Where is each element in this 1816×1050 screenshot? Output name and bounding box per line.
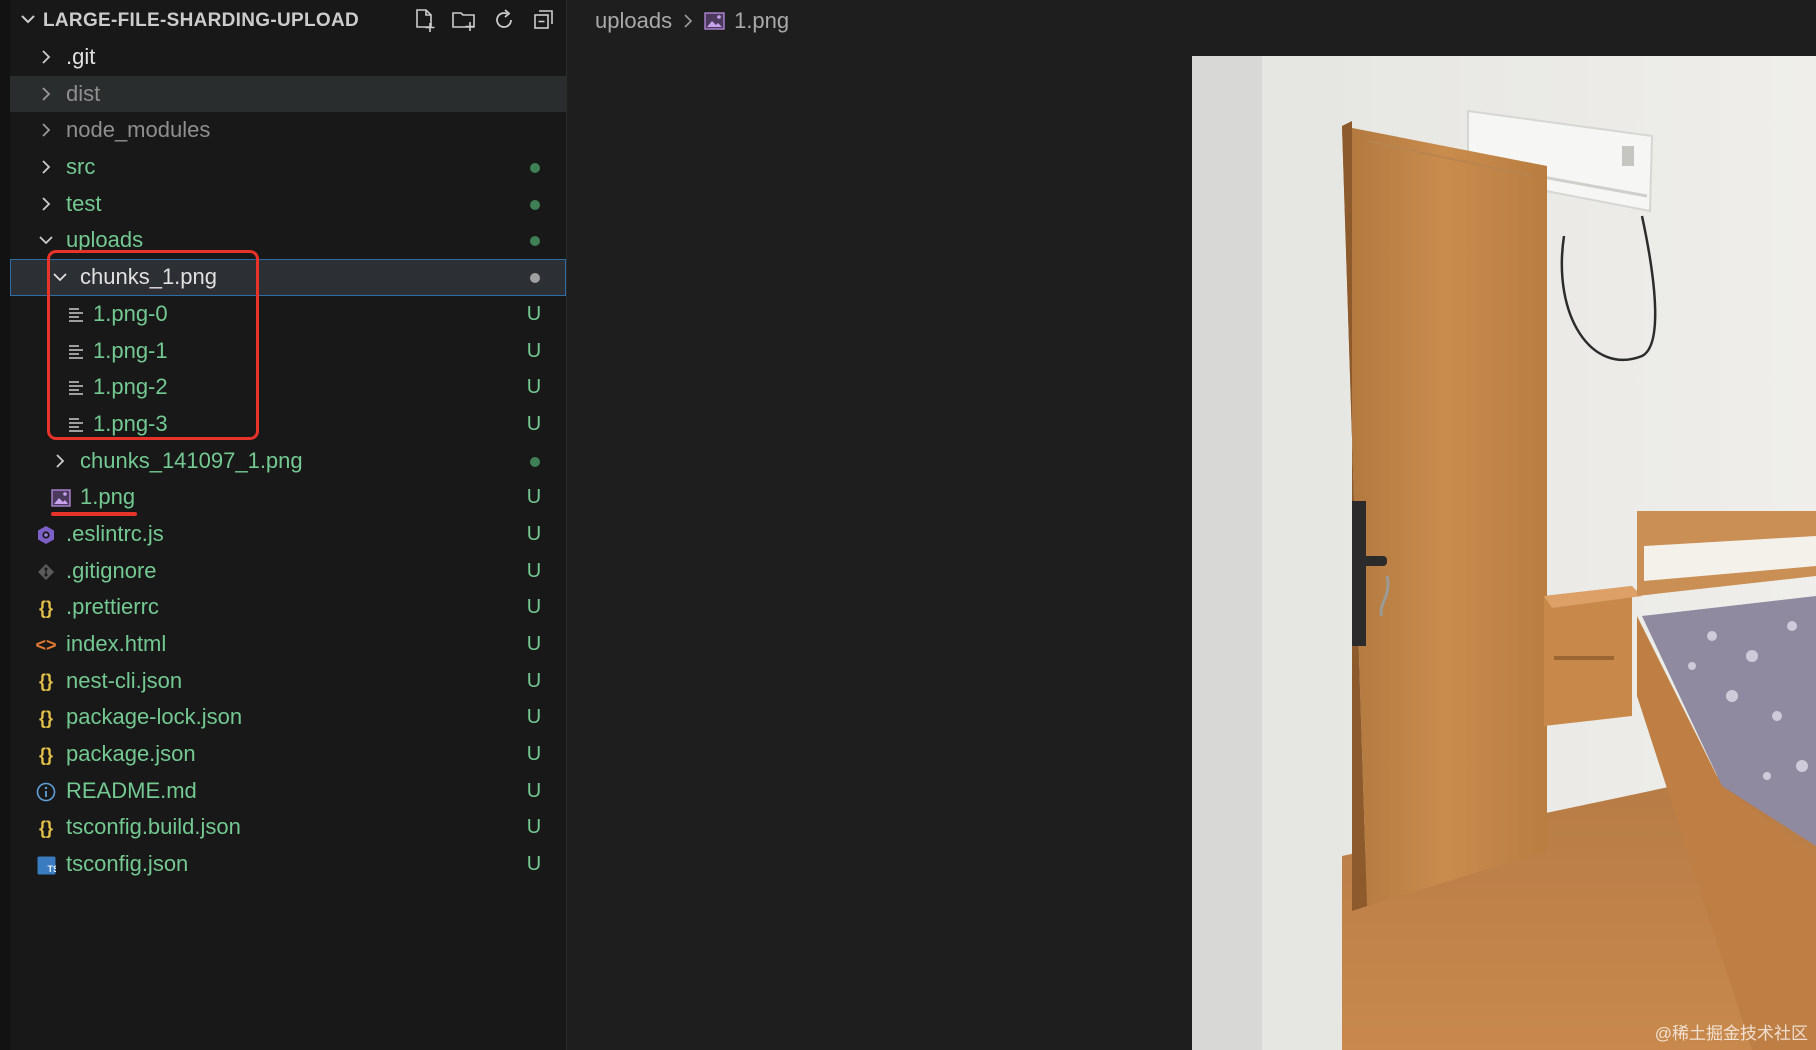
- tree-item-package-json[interactable]: {} package.json U: [10, 736, 566, 773]
- chevron-right-icon: [42, 50, 51, 64]
- untracked-badge: U: [526, 486, 542, 509]
- breadcrumb-folder[interactable]: uploads: [595, 8, 672, 34]
- chevron-right-icon: [42, 123, 51, 138]
- tree-item-test-folder[interactable]: test: [10, 186, 566, 223]
- tree-item-git-folder[interactable]: .git: [10, 39, 566, 76]
- tree-item-label: tsconfig.build.json: [66, 814, 241, 840]
- tree-item-label: nest-cli.json: [66, 667, 183, 693]
- untracked-badge: U: [526, 853, 542, 876]
- annotation-underline: [51, 512, 137, 516]
- modified-dot-badge: [530, 236, 540, 247]
- tree-item-label: .eslintrc.js: [66, 520, 164, 546]
- untracked-badge: U: [526, 633, 542, 655]
- untracked-badge: U: [526, 412, 542, 435]
- tree-item-label: index.html: [66, 631, 167, 656]
- file-tree: .git dist node_modules src test uploads …: [10, 39, 566, 883]
- breadcrumb: uploads 1.png: [595, 6, 789, 36]
- tree-item-tsconfig-json[interactable]: TS tsconfig.json U: [10, 846, 566, 883]
- chevron-right-icon: [684, 14, 693, 28]
- untracked-badge: U: [526, 339, 542, 362]
- modified-dot-badge: [530, 273, 540, 284]
- modified-dot-badge: [530, 456, 540, 467]
- image-file-icon: [50, 487, 72, 509]
- tree-item-eslintrc[interactable]: .eslintrc.js U: [10, 516, 566, 553]
- json-icon: {}: [38, 597, 53, 618]
- untracked-badge: U: [526, 522, 542, 545]
- tree-item-label: test: [66, 190, 102, 216]
- image-preview: @稀土掘金技术社区: [1192, 56, 1816, 1050]
- chevron-down-icon: [39, 236, 53, 245]
- explorer-sidebar: LARGE-FILE-SHARDING-UPLOAD .git dist nod…: [0, 0, 567, 1050]
- annotation-highlight-box: [47, 250, 259, 440]
- svg-text:TS: TS: [47, 864, 56, 874]
- explorer-header[interactable]: LARGE-FILE-SHARDING-UPLOAD: [10, 0, 566, 40]
- html-icon: <>: [35, 634, 57, 655]
- untracked-badge: U: [526, 559, 542, 582]
- watermark-text: @稀土掘金技术社区: [1654, 1024, 1808, 1043]
- modified-dot-badge: [530, 199, 540, 210]
- chevron-down-icon[interactable]: [18, 9, 38, 29]
- tree-item-nest-cli-json[interactable]: {} nest-cli.json U: [10, 663, 566, 700]
- json-icon: {}: [38, 671, 53, 692]
- chevron-right-icon: [56, 453, 65, 468]
- json-icon: {}: [38, 708, 53, 729]
- tree-item-label: package.json: [66, 741, 196, 767]
- tree-item-node-modules-folder[interactable]: node_modules: [10, 112, 566, 149]
- chevron-right-icon: [42, 160, 51, 174]
- chevron-right-icon: [42, 87, 51, 101]
- tree-item-label: .gitignore: [66, 557, 157, 583]
- tree-item-index-html[interactable]: <> index.html U: [10, 626, 566, 663]
- untracked-badge: U: [526, 669, 542, 692]
- tree-item-package-lock-json[interactable]: {} package-lock.json U: [10, 699, 566, 736]
- untracked-badge: U: [526, 302, 542, 325]
- new-folder-icon[interactable]: [450, 6, 478, 34]
- vscode-window: LARGE-FILE-SHARDING-UPLOAD .git dist nod…: [0, 0, 1816, 1050]
- json-icon: {}: [38, 744, 53, 765]
- untracked-badge: U: [526, 596, 542, 619]
- workspace-title: LARGE-FILE-SHARDING-UPLOAD: [43, 10, 360, 31]
- untracked-badge: U: [526, 376, 542, 399]
- tree-item-readme[interactable]: README.md U: [10, 773, 566, 810]
- tree-item-label: 1.png: [80, 484, 136, 510]
- image-file-icon: [704, 12, 725, 30]
- tree-item-dist-folder[interactable]: dist: [10, 75, 566, 113]
- tree-item-label: tsconfig.json: [66, 851, 189, 877]
- tree-item-chunks-141097-folder[interactable]: chunks_141097_1.png: [10, 443, 566, 480]
- collapse-all-icon[interactable]: [530, 6, 558, 34]
- untracked-badge: U: [526, 706, 542, 729]
- untracked-badge: U: [526, 779, 542, 802]
- refresh-icon[interactable]: [490, 6, 518, 34]
- git-icon: [35, 561, 57, 583]
- tree-item-src-folder[interactable]: src: [10, 149, 566, 186]
- tree-item-label: src: [66, 154, 96, 180]
- untracked-badge: U: [526, 743, 542, 766]
- breadcrumb-file[interactable]: 1.png: [734, 8, 789, 34]
- chevron-right-icon: [42, 197, 51, 211]
- explorer-actions: [410, 6, 558, 34]
- json-icon: {}: [38, 818, 53, 839]
- tree-item-label: node_modules: [66, 117, 211, 143]
- new-file-icon[interactable]: [410, 6, 438, 34]
- tree-item-gitignore[interactable]: .gitignore U: [10, 553, 566, 590]
- tree-item-label: dist: [66, 80, 101, 106]
- tree-item-tsconfig-build-json[interactable]: {} tsconfig.build.json U: [10, 809, 566, 846]
- tree-item-label: .prettierrc: [66, 594, 159, 620]
- untracked-badge: U: [526, 816, 542, 839]
- tree-item-1-png[interactable]: 1.png U: [10, 479, 566, 516]
- tree-item-label: .git: [66, 44, 96, 69]
- editor-area: uploads 1.png @稀土掘金技术社区: [567, 0, 1816, 1050]
- tree-item-label: chunks_141097_1.png: [80, 447, 303, 473]
- modified-dot-badge: [530, 163, 540, 174]
- tree-item-prettierrc[interactable]: {} .prettierrc U: [10, 589, 566, 626]
- bedroom-photo: [1192, 56, 1816, 1050]
- tree-item-label: package-lock.json: [66, 704, 243, 730]
- typescript-icon: TS: [35, 854, 57, 876]
- eslint-icon: [35, 524, 57, 546]
- info-icon: [35, 781, 57, 803]
- tree-item-label: README.md: [66, 777, 197, 803]
